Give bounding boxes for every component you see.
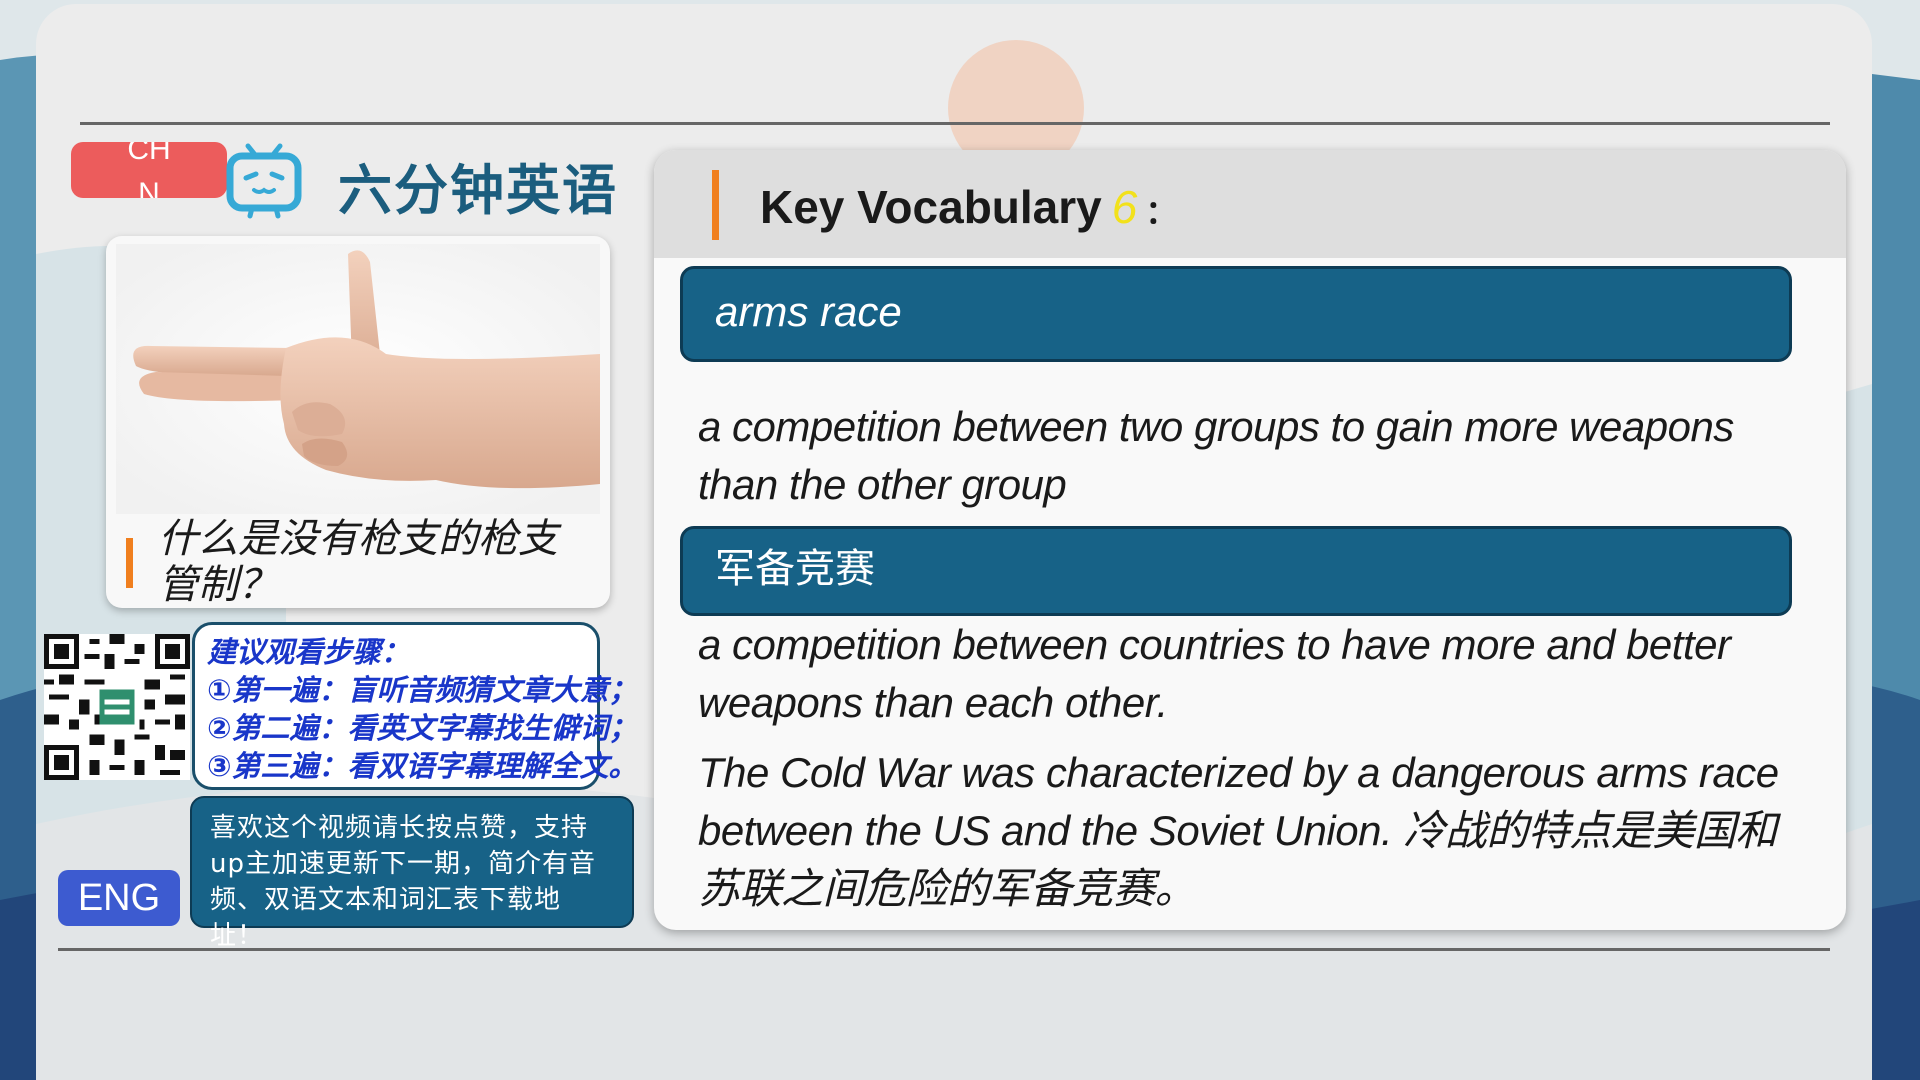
- vocab-term-english-text: arms race: [715, 288, 902, 335]
- step-two: ②第二遍：看英文字幕找生僻词；: [207, 711, 638, 745]
- vocabulary-colon: ：: [1145, 194, 1178, 230]
- vocab-term-chinese-text: 军备竞赛: [715, 546, 875, 592]
- bottom-divider: [58, 948, 1830, 951]
- vocabulary-title: Key Vocabulary 6：: [760, 180, 1177, 234]
- qr-code[interactable]: [44, 634, 190, 780]
- eng-language-button[interactable]: ENG: [58, 870, 180, 926]
- hand-gun-gesture-image: [116, 244, 600, 514]
- vocabulary-accent-bar: [712, 170, 719, 240]
- vocab-example-sentence: The Cold War was characterized by a dang…: [698, 749, 1779, 912]
- steps-heading: 建议观看步骤：: [207, 635, 411, 669]
- eng-button-label: ENG: [77, 877, 161, 919]
- vocabulary-header: Key Vocabulary 6：: [654, 150, 1846, 258]
- slide-panel: CHN 六分钟英语 什么是没有枪支的枪支管制？ 建议观看步骤： ①第一遍：盲听音…: [36, 4, 1872, 1080]
- chn-language-button[interactable]: CHN: [71, 142, 227, 198]
- vocab-definition-alternate: a competition between countries to have …: [698, 621, 1731, 726]
- topic-photo-card: 什么是没有枪支的枪支管制？: [106, 236, 610, 608]
- vocabulary-title-text: Key Vocabulary: [760, 181, 1102, 233]
- vocabulary-number: 6: [1111, 181, 1138, 233]
- chn-button-label: CHN: [127, 142, 171, 198]
- bilibili-tv-icon: [226, 143, 302, 219]
- key-vocabulary-card: Key Vocabulary 6： arms race a competition…: [654, 150, 1846, 930]
- vocab-term-chinese: 军备竞赛: [680, 526, 1792, 616]
- vocab-term-english: arms race: [680, 266, 1792, 362]
- brand-title: 六分钟英语: [338, 159, 618, 222]
- step-one: ①第一遍：盲听音频猜文章大意；: [207, 673, 638, 707]
- step-three: ③第三遍：看双语字幕理解全文。: [207, 749, 638, 783]
- viewing-steps-box: 建议观看步骤： ①第一遍：盲听音频猜文章大意； ②第二遍：看英文字幕找生僻词； …: [192, 622, 638, 790]
- vocab-definition-english: a competition between two groups to gain…: [698, 403, 1734, 508]
- topic-question: 什么是没有枪支的枪支管制？: [158, 516, 558, 608]
- support-message-box: 喜欢这个视频请长按点赞，支持up主加速更新下一期，简介有音频、双语文本和词汇表下…: [190, 796, 634, 951]
- question-accent-bar: [126, 538, 133, 588]
- top-divider: [80, 122, 1830, 125]
